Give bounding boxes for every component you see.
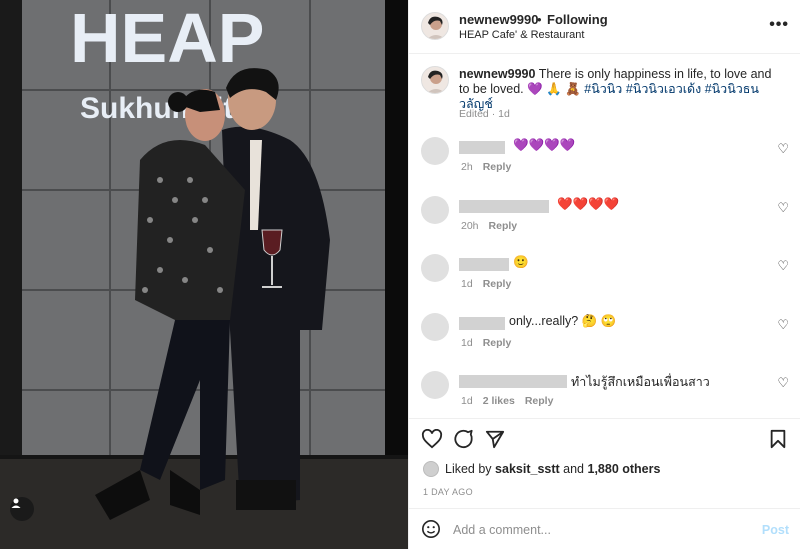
post-header: newnew9990 • Following HEAP Cafe' & Rest… xyxy=(409,0,800,54)
comment-item: 💜💜💜💜 2h Reply ♡ xyxy=(409,137,800,187)
comment-time: 1d xyxy=(461,278,473,290)
comment-meta: 2h Reply xyxy=(461,161,521,173)
comment-item: 🙂 1d Reply ♡ xyxy=(409,254,800,304)
author-username[interactable]: newnew9990 xyxy=(459,12,539,27)
post-comment-button[interactable]: Post xyxy=(762,523,789,537)
reply-button[interactable]: Reply xyxy=(483,337,512,349)
liked-by-prefix: Liked by xyxy=(445,462,492,476)
bookmark-icon[interactable] xyxy=(769,429,787,452)
comment-like-heart-icon[interactable]: ♡ xyxy=(777,317,789,333)
comment-text: 💜💜💜💜 xyxy=(513,138,576,152)
redacted-username xyxy=(459,375,567,388)
hashtag-link[interactable]: #นิวนิว xyxy=(584,82,622,96)
following-button[interactable]: Following xyxy=(547,12,608,27)
add-comment-bar: Add a comment... Post xyxy=(409,508,800,549)
heart-outline-icon[interactable] xyxy=(421,428,443,452)
commenter-avatar[interactable] xyxy=(421,313,449,341)
hashtag-link[interactable]: #นิวนิวเอวเด้ง xyxy=(626,82,701,96)
comment-meta: 1d 2 likes Reply xyxy=(461,395,563,407)
comment-like-heart-icon[interactable]: ♡ xyxy=(777,258,789,274)
reply-button[interactable]: Reply xyxy=(489,220,518,232)
liker-username[interactable]: saksit_sstt xyxy=(495,462,560,476)
commenter-avatar[interactable] xyxy=(421,254,449,282)
comment-text: 🙂 xyxy=(513,255,529,269)
emoji-picker-icon[interactable] xyxy=(421,519,441,542)
commenter-avatar[interactable] xyxy=(421,137,449,165)
comment-text: only...really? 🤔 🙄 xyxy=(509,314,616,329)
comment-like-heart-icon[interactable]: ♡ xyxy=(777,375,789,391)
comment-text: ทำไมรู้สึกเหมือนเพื่อนสาว xyxy=(571,375,710,389)
comment-meta: 20h Reply xyxy=(461,220,527,232)
liked-by-and: and xyxy=(563,462,585,476)
comment-time: 1d xyxy=(461,395,473,407)
sign-heap-text: HEAP xyxy=(70,0,264,77)
comment-text: ❤️❤️❤️❤️ xyxy=(557,197,620,211)
comment-meta: 1d Reply xyxy=(461,337,521,349)
comment-like-heart-icon[interactable]: ♡ xyxy=(777,200,789,216)
redacted-username xyxy=(459,141,505,154)
comment-like-heart-icon[interactable]: ♡ xyxy=(777,141,789,157)
paper-plane-icon[interactable] xyxy=(485,429,505,452)
reply-button[interactable]: Reply xyxy=(483,161,512,173)
commenter-avatar[interactable] xyxy=(421,196,449,224)
comment-time: 2h xyxy=(461,161,473,173)
comment-item: ทำไมรู้สึกเหมือนเพื่อนสาว 1d 2 likes Reply… xyxy=(409,371,800,421)
redacted-username xyxy=(459,200,549,213)
comment-meta: 1d Reply xyxy=(461,278,521,290)
post-actions xyxy=(409,418,800,458)
caption-emojis: 💜 🙏 🧸 xyxy=(527,82,581,96)
caption-text: newnew9990 There is only happiness in li… xyxy=(459,67,779,112)
caption-avatar[interactable] xyxy=(421,66,449,94)
caption-username[interactable]: newnew9990 xyxy=(459,67,535,81)
comment-time: 20h xyxy=(461,220,479,232)
reply-button[interactable]: Reply xyxy=(483,278,512,290)
comment-time: 1d xyxy=(461,337,473,349)
post-panel: newnew9990 • Following HEAP Cafe' & Rest… xyxy=(408,0,800,549)
comment-body: only...really? xyxy=(509,314,579,328)
liker-avatar[interactable] xyxy=(423,461,439,477)
commenter-avatar[interactable] xyxy=(421,371,449,399)
post-timestamp[interactable]: 1 DAY AGO xyxy=(423,487,473,497)
author-avatar[interactable] xyxy=(421,12,449,40)
caption-meta: Edited · 1d xyxy=(459,108,510,120)
redacted-username xyxy=(459,258,509,271)
post-photo[interactable]: HEAP Sukhumvit 47 xyxy=(0,0,408,549)
location-link[interactable]: HEAP Cafe' & Restaurant xyxy=(459,29,584,41)
tagged-users-icon[interactable] xyxy=(10,497,34,521)
photo-illustration: HEAP Sukhumvit 47 xyxy=(0,0,408,549)
reply-button[interactable]: Reply xyxy=(525,395,554,407)
comment-likes-count[interactable]: 2 likes xyxy=(483,395,515,407)
comment-input[interactable]: Add a comment... xyxy=(453,523,551,537)
comment-emojis: 🤔 🙄 xyxy=(581,314,617,328)
liked-others-count[interactable]: 1,880 others xyxy=(588,462,661,476)
comment-item: only...really? 🤔 🙄 1d Reply ♡ xyxy=(409,313,800,363)
liked-by-summary: Liked by saksit_sstt and 1,880 others xyxy=(423,461,660,477)
header-separator: • xyxy=(537,12,542,27)
redacted-username xyxy=(459,317,505,330)
comment-bubble-icon[interactable] xyxy=(453,429,474,452)
more-options-icon[interactable]: ••• xyxy=(769,16,789,34)
comment-item: ❤️❤️❤️❤️ 20h Reply ♡ xyxy=(409,196,800,246)
